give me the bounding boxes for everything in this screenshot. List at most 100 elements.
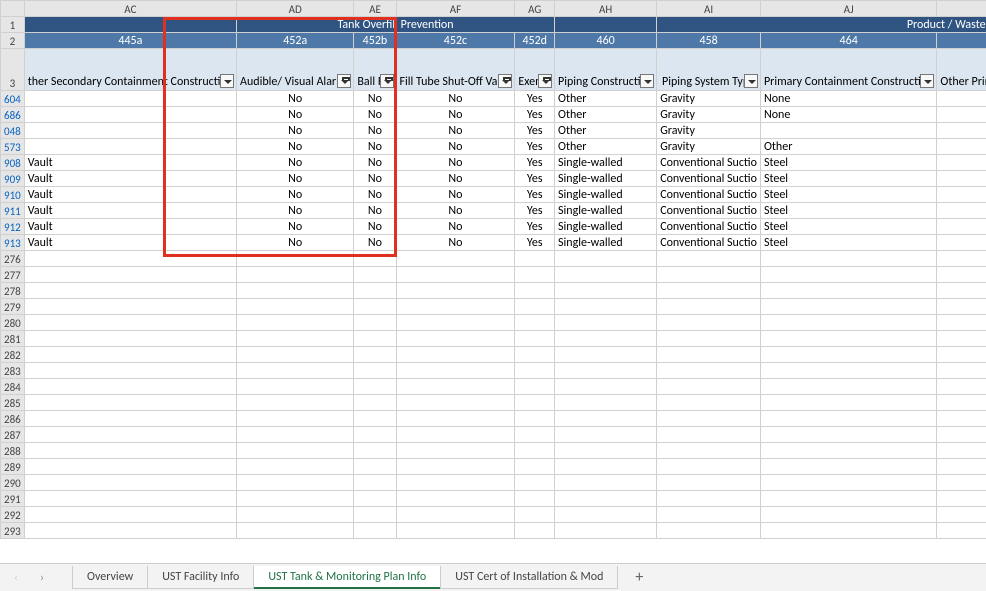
header-af[interactable]: Fill Tube Shut-Off Valve — [396, 49, 515, 91]
cell-ai[interactable]: Conventional Suctio — [657, 203, 761, 219]
cell-ai[interactable]: Conventional Suctio — [657, 219, 761, 235]
cell-empty[interactable] — [937, 427, 986, 443]
cell-ah[interactable]: Single-walled — [555, 203, 657, 219]
cell-ah[interactable]: Single-walled — [555, 219, 657, 235]
filter-icon[interactable] — [380, 74, 394, 88]
cell-empty[interactable] — [354, 523, 396, 539]
cell-ah[interactable]: Other — [555, 123, 657, 139]
cell-empty[interactable] — [657, 347, 761, 363]
code-ae[interactable]: 452b — [354, 33, 396, 49]
cell-empty[interactable] — [515, 331, 555, 347]
row-header[interactable]: 686 — [1, 107, 25, 123]
cell-ae[interactable]: No — [354, 107, 396, 123]
row-header[interactable]: 910 — [1, 187, 25, 203]
cell-empty[interactable] — [657, 283, 761, 299]
cell-empty[interactable] — [396, 523, 515, 539]
cell-ak[interactable] — [937, 171, 986, 187]
filter-icon[interactable] — [640, 74, 654, 88]
cell-ak[interactable] — [937, 107, 986, 123]
header-ag[interactable]: Exemp — [515, 49, 555, 91]
cell-ae[interactable]: No — [354, 171, 396, 187]
cell-ak[interactable] — [937, 139, 986, 155]
cell-empty[interactable] — [237, 283, 354, 299]
header-aj[interactable]: Primary Containment Construction — [760, 49, 936, 91]
cell-empty[interactable] — [354, 395, 396, 411]
cell-empty[interactable] — [937, 459, 986, 475]
cell-empty[interactable] — [937, 443, 986, 459]
filter-icon[interactable] — [498, 74, 512, 88]
row-header[interactable]: 909 — [1, 171, 25, 187]
cell-empty[interactable] — [354, 427, 396, 443]
cell-ai[interactable]: Gravity — [657, 123, 761, 139]
row-header[interactable]: 282 — [1, 347, 25, 363]
cell-ag[interactable]: Yes — [515, 235, 555, 251]
cell-empty[interactable] — [555, 315, 657, 331]
cell-empty[interactable] — [657, 507, 761, 523]
cell-ak[interactable] — [937, 91, 986, 107]
cell-ak[interactable] — [937, 219, 986, 235]
cell-ad[interactable]: No — [237, 187, 354, 203]
cell-empty[interactable] — [237, 363, 354, 379]
cell-empty[interactable] — [760, 427, 936, 443]
cell-empty[interactable] — [657, 459, 761, 475]
code-ai[interactable]: 458 — [657, 33, 761, 49]
cell-empty[interactable] — [937, 283, 986, 299]
cell-empty[interactable] — [24, 427, 236, 443]
cell-ae[interactable]: No — [354, 155, 396, 171]
filter-icon[interactable] — [744, 74, 758, 88]
cell-ac[interactable]: Vault — [24, 203, 236, 219]
code-aj[interactable]: 464 — [760, 33, 936, 49]
cell-empty[interactable] — [555, 507, 657, 523]
cell-empty[interactable] — [237, 491, 354, 507]
cell-empty[interactable] — [24, 363, 236, 379]
cell-empty[interactable] — [760, 379, 936, 395]
cell-empty[interactable] — [937, 299, 986, 315]
cell-empty[interactable] — [555, 459, 657, 475]
cell-empty[interactable] — [760, 411, 936, 427]
filter-icon[interactable] — [920, 74, 934, 88]
header-ad[interactable]: Audible/ Visual Alarms — [237, 49, 354, 91]
cell-ad[interactable]: No — [237, 219, 354, 235]
cell-empty[interactable] — [396, 315, 515, 331]
cell-empty[interactable] — [24, 411, 236, 427]
cell-aj[interactable]: Steel — [760, 187, 936, 203]
cell-empty[interactable] — [657, 379, 761, 395]
cell-empty[interactable] — [515, 459, 555, 475]
cell-aj[interactable]: None — [760, 91, 936, 107]
cell-empty[interactable] — [515, 315, 555, 331]
cell-empty[interactable] — [657, 251, 761, 267]
cell-ad[interactable]: No — [237, 203, 354, 219]
cell-ah[interactable]: Other — [555, 107, 657, 123]
col-header-AH[interactable]: AH — [555, 1, 657, 17]
add-sheet-icon[interactable]: + — [627, 566, 651, 590]
cell-empty[interactable] — [24, 379, 236, 395]
cell-empty[interactable] — [760, 475, 936, 491]
cell-empty[interactable] — [555, 491, 657, 507]
cell-aj[interactable]: Steel — [760, 235, 936, 251]
filter-icon[interactable] — [337, 74, 351, 88]
row-header[interactable]: 913 — [1, 235, 25, 251]
cell-empty[interactable] — [354, 251, 396, 267]
cell-empty[interactable] — [937, 363, 986, 379]
cell-empty[interactable] — [760, 443, 936, 459]
cell-empty[interactable] — [237, 507, 354, 523]
cell-empty[interactable] — [515, 251, 555, 267]
row-header[interactable]: 292 — [1, 507, 25, 523]
cell-ak[interactable] — [937, 155, 986, 171]
cell-empty[interactable] — [396, 283, 515, 299]
row-header[interactable]: 573 — [1, 139, 25, 155]
col-header-AF[interactable]: AF — [396, 1, 515, 17]
cell-empty[interactable] — [24, 251, 236, 267]
cell-ag[interactable]: Yes — [515, 171, 555, 187]
cell-empty[interactable] — [354, 299, 396, 315]
cell-empty[interactable] — [555, 251, 657, 267]
cell-af[interactable]: No — [396, 123, 515, 139]
cell-aj[interactable]: Steel — [760, 203, 936, 219]
cell-ai[interactable]: Gravity — [657, 107, 761, 123]
row-header[interactable]: 279 — [1, 299, 25, 315]
col-header-AK[interactable]: AK — [937, 1, 986, 17]
filter-icon[interactable] — [220, 74, 234, 88]
cell-empty[interactable] — [760, 459, 936, 475]
cell-ac[interactable]: Vault — [24, 171, 236, 187]
cell-aj[interactable]: None — [760, 107, 936, 123]
